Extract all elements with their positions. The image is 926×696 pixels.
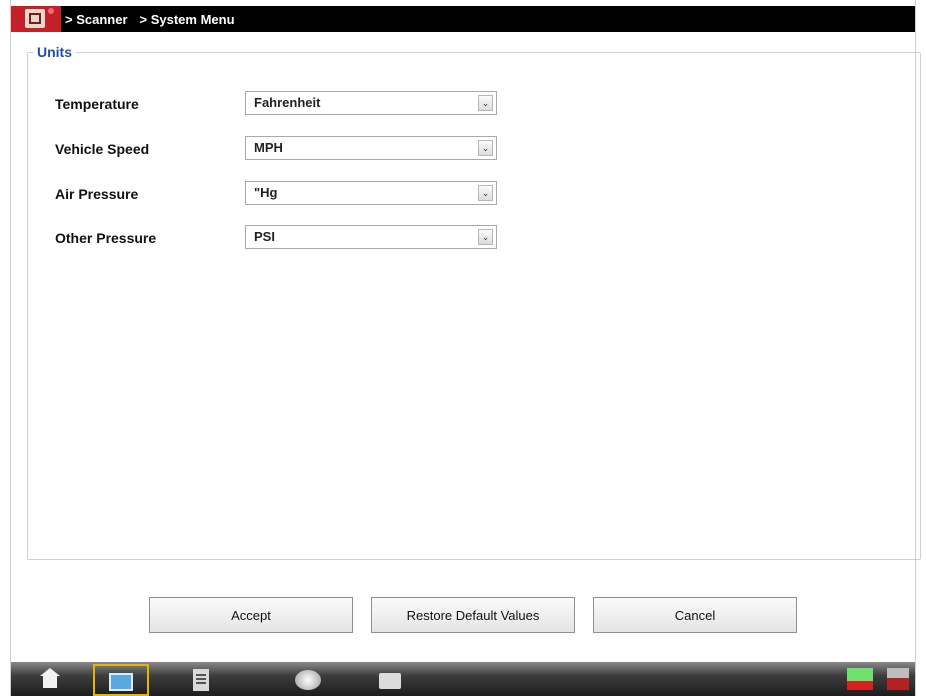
restore-default-values-button[interactable]: Restore Default Values: [371, 597, 575, 633]
battery-status-icon[interactable]: [887, 668, 909, 690]
other-pressure-value: PSI: [254, 229, 275, 244]
temperature-label: Temperature: [55, 96, 139, 112]
chevron-down-icon[interactable]: ⌄: [478, 185, 493, 201]
taskbar-scanner[interactable]: [93, 664, 149, 696]
other-pressure-select[interactable]: PSI ⌄: [245, 225, 497, 249]
taskbar-data[interactable]: [175, 664, 231, 696]
units-group-title: Units: [33, 44, 76, 60]
chevron-down-icon[interactable]: ⌄: [478, 140, 493, 156]
vehicle-speed-label: Vehicle Speed: [55, 141, 150, 157]
vehicle-speed-value: MPH: [254, 140, 283, 155]
taskbar: [11, 662, 915, 696]
vehicle-speed-select[interactable]: MPH ⌄: [245, 136, 497, 160]
other-pressure-row: Other Pressure PSI ⌄: [11, 225, 915, 251]
other-pressure-label: Other Pressure: [55, 230, 157, 246]
logo-indicator-dot: [48, 8, 54, 14]
print-icon: [379, 673, 401, 689]
app-window: > Scanner > System Menu Units Temperatur…: [10, 0, 921, 696]
breadcrumb-system-menu[interactable]: > System Menu: [140, 12, 235, 27]
scanner-logo-glyph: [25, 9, 45, 28]
app-logo-icon[interactable]: [11, 6, 61, 32]
title-bar: > Scanner > System Menu: [11, 6, 915, 32]
accept-button[interactable]: Accept: [149, 597, 353, 633]
chevron-down-icon[interactable]: ⌄: [478, 95, 493, 111]
taskbar-print[interactable]: [363, 664, 419, 696]
data-icon: [193, 669, 209, 691]
temperature-value: Fahrenheit: [254, 95, 321, 110]
cancel-button[interactable]: Cancel: [593, 597, 797, 633]
temperature-select[interactable]: Fahrenheit ⌄: [245, 91, 497, 115]
air-pressure-select[interactable]: "Hg ⌄: [245, 181, 497, 205]
taskbar-tools[interactable]: [281, 664, 337, 696]
breadcrumb-scanner[interactable]: > Scanner: [65, 12, 128, 27]
network-status-icon[interactable]: [847, 668, 873, 690]
air-pressure-row: Air Pressure "Hg ⌄: [11, 181, 915, 207]
scanner-icon: [109, 673, 133, 691]
temperature-row: Temperature Fahrenheit ⌄: [11, 91, 915, 117]
taskbar-home[interactable]: [21, 664, 77, 696]
breadcrumb: > Scanner > System Menu: [65, 12, 247, 27]
vehicle-speed-row: Vehicle Speed MPH ⌄: [11, 136, 915, 162]
units-group: [27, 52, 921, 560]
home-icon: [40, 668, 60, 688]
air-pressure-label: Air Pressure: [55, 186, 139, 202]
chevron-down-icon[interactable]: ⌄: [478, 229, 493, 245]
tools-icon: [295, 670, 321, 690]
air-pressure-value: "Hg: [254, 185, 278, 200]
